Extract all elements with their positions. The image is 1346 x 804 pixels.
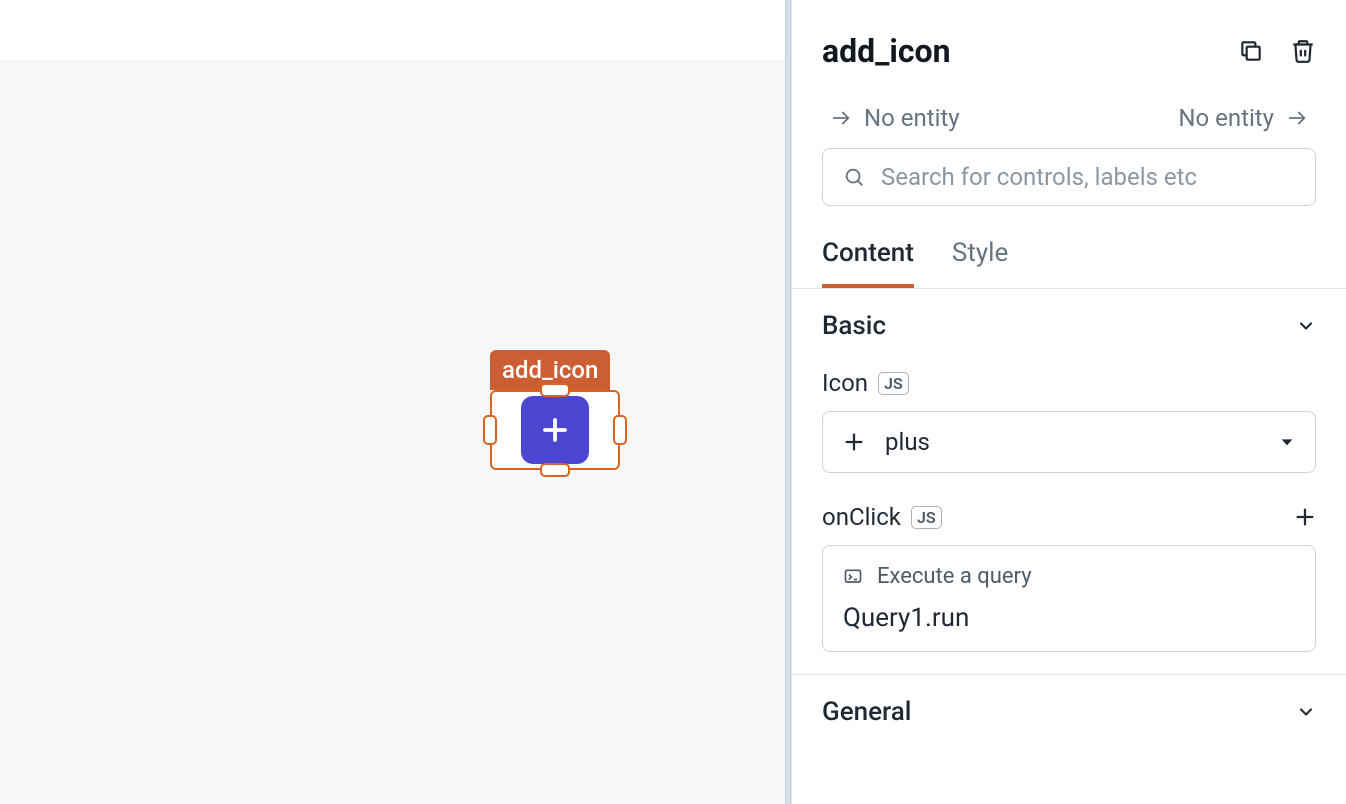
onclick-action-value: Query1.run bbox=[843, 603, 1295, 633]
prev-entity-link[interactable]: No entity bbox=[830, 104, 960, 132]
query-icon bbox=[843, 567, 863, 587]
add-action-button[interactable] bbox=[1294, 506, 1316, 528]
onclick-label-text: onClick bbox=[822, 503, 901, 531]
section-general-header[interactable]: General bbox=[822, 697, 1316, 727]
property-panel: add_icon No entity No entity bbox=[791, 0, 1346, 804]
section-basic: Basic Icon JS plus onClick JS bbox=[792, 289, 1346, 674]
js-toggle-badge[interactable]: JS bbox=[878, 372, 909, 395]
copy-button[interactable] bbox=[1238, 38, 1264, 64]
delete-button[interactable] bbox=[1290, 38, 1316, 64]
section-basic-title: Basic bbox=[822, 311, 886, 341]
js-toggle-badge[interactable]: JS bbox=[911, 506, 942, 529]
chevron-down-icon bbox=[1296, 316, 1316, 336]
entity-navigation: No entity No entity bbox=[822, 104, 1316, 132]
add-icon-button[interactable] bbox=[521, 396, 589, 464]
prev-entity-label: No entity bbox=[864, 104, 960, 132]
onclick-action-label: Execute a query bbox=[877, 564, 1032, 589]
icon-label-text: Icon bbox=[822, 369, 868, 397]
section-general-title: General bbox=[822, 697, 911, 727]
tab-content[interactable]: Content bbox=[822, 230, 914, 288]
widget-selection-box[interactable] bbox=[490, 390, 620, 470]
next-entity-link[interactable]: No entity bbox=[1178, 104, 1308, 132]
onclick-action-block[interactable]: Execute a query Query1.run bbox=[822, 545, 1316, 652]
resize-handle-right[interactable] bbox=[613, 415, 627, 445]
arrow-right-icon bbox=[830, 107, 852, 129]
panel-tabs: Content Style bbox=[822, 230, 1316, 288]
widget-title[interactable]: add_icon bbox=[822, 32, 951, 70]
icon-dropdown[interactable]: plus bbox=[822, 411, 1316, 473]
resize-handle-bottom[interactable] bbox=[540, 463, 570, 477]
trash-icon bbox=[1290, 38, 1316, 64]
chevron-down-icon bbox=[1296, 702, 1316, 722]
resize-handle-top[interactable] bbox=[540, 383, 570, 397]
icon-property-label: Icon JS bbox=[822, 369, 1316, 397]
canvas-header-strip bbox=[0, 0, 785, 60]
arrow-right-icon bbox=[1286, 107, 1308, 129]
next-entity-label: No entity bbox=[1178, 104, 1274, 132]
search-icon bbox=[843, 166, 865, 188]
plus-icon bbox=[540, 415, 570, 445]
plus-icon bbox=[1294, 506, 1316, 528]
plus-icon bbox=[843, 431, 865, 453]
section-basic-header[interactable]: Basic bbox=[822, 311, 1316, 341]
icon-dropdown-value: plus bbox=[885, 428, 930, 456]
section-general: General bbox=[792, 675, 1346, 749]
copy-icon bbox=[1238, 38, 1264, 64]
search-input[interactable] bbox=[881, 163, 1295, 191]
tab-style[interactable]: Style bbox=[952, 230, 1008, 288]
onclick-property-label: onClick JS bbox=[822, 503, 942, 531]
resize-handle-left[interactable] bbox=[483, 415, 497, 445]
caret-down-icon bbox=[1279, 434, 1295, 450]
canvas-area[interactable]: add_icon bbox=[0, 60, 785, 804]
search-box[interactable] bbox=[822, 148, 1316, 206]
selected-widget[interactable]: add_icon bbox=[490, 350, 620, 470]
